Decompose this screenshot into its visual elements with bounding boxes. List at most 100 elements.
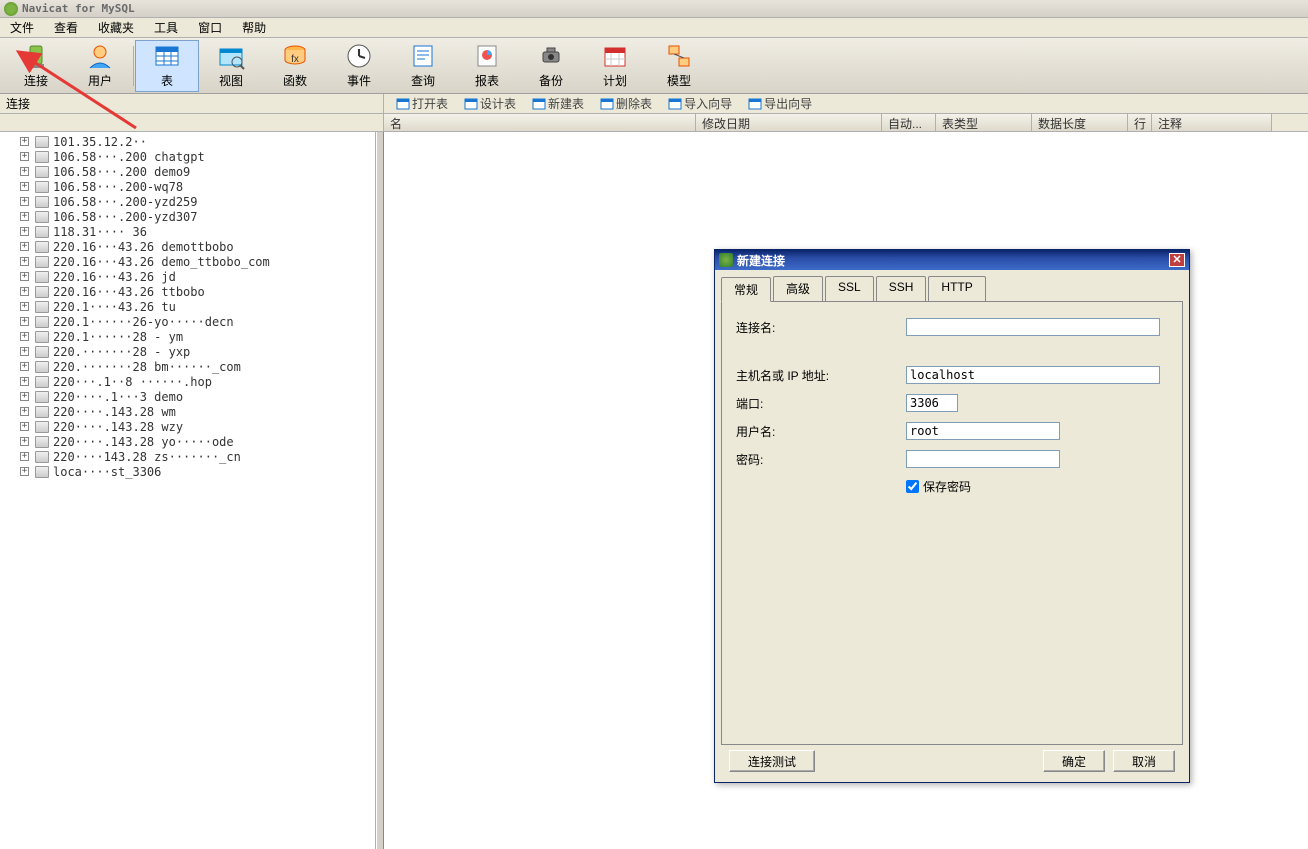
port-input[interactable] bbox=[906, 394, 958, 412]
column-header[interactable]: 名 bbox=[384, 114, 696, 131]
connection-item[interactable]: +220···.1··8 ······.hop bbox=[0, 374, 375, 389]
expand-icon[interactable]: + bbox=[20, 272, 29, 281]
column-header[interactable]: 数据长度 bbox=[1032, 114, 1128, 131]
user-input[interactable] bbox=[906, 422, 1060, 440]
toolbar-function-button[interactable]: fx函数 bbox=[263, 40, 327, 92]
action-新建表[interactable]: 新建表 bbox=[528, 94, 588, 113]
connection-item[interactable]: +220.·······28 - yxp bbox=[0, 344, 375, 359]
connection-item[interactable]: +220····143.28 zs·······_cn bbox=[0, 449, 375, 464]
column-header[interactable]: 表类型 bbox=[936, 114, 1032, 131]
connection-item[interactable]: +220····.143.28 wm bbox=[0, 404, 375, 419]
menu-窗口[interactable]: 窗口 bbox=[188, 17, 232, 38]
action-导出向导[interactable]: 导出向导 bbox=[744, 94, 816, 113]
menu-文件[interactable]: 文件 bbox=[0, 17, 44, 38]
expand-icon[interactable]: + bbox=[20, 452, 29, 461]
expand-icon[interactable]: + bbox=[20, 242, 29, 251]
expand-icon[interactable]: + bbox=[20, 212, 29, 221]
connection-item[interactable]: +220.1······28 - ym bbox=[0, 329, 375, 344]
tab-常规[interactable]: 常规 bbox=[721, 277, 771, 302]
expand-icon[interactable]: + bbox=[20, 227, 29, 236]
expand-icon[interactable]: + bbox=[20, 137, 29, 146]
splitter[interactable] bbox=[376, 132, 384, 849]
action-导入向导[interactable]: 导入向导 bbox=[664, 94, 736, 113]
column-header[interactable]: 注释 bbox=[1152, 114, 1272, 131]
expand-icon[interactable]: + bbox=[20, 167, 29, 176]
close-icon[interactable]: ✕ bbox=[1169, 253, 1185, 267]
toolbar-user-button[interactable]: 用户 bbox=[68, 40, 132, 92]
connection-item[interactable]: +220····.1···3 demo bbox=[0, 389, 375, 404]
expand-icon[interactable]: + bbox=[20, 332, 29, 341]
connection-item[interactable]: +220····.143.28 wzy bbox=[0, 419, 375, 434]
connection-item[interactable]: +220····.143.28 yo·····ode bbox=[0, 434, 375, 449]
expand-icon[interactable]: + bbox=[20, 392, 29, 401]
connection-item[interactable]: +106.58···.200-wq78 bbox=[0, 179, 375, 194]
connection-item[interactable]: +220.16···43.26 demo_ttbobo_com bbox=[0, 254, 375, 269]
connection-item[interactable]: +220.16···43.26 demottbobo bbox=[0, 239, 375, 254]
connection-item[interactable]: +220.1····43.26 tu bbox=[0, 299, 375, 314]
expand-icon[interactable]: + bbox=[20, 257, 29, 266]
connection-item[interactable]: +220.1······26-yo·····decn bbox=[0, 314, 375, 329]
tab-SSL[interactable]: SSL bbox=[825, 276, 874, 301]
toolbar-table-button[interactable]: 表 bbox=[135, 40, 199, 92]
expand-icon[interactable]: + bbox=[20, 152, 29, 161]
toolbar-backup-button[interactable]: 备份 bbox=[519, 40, 583, 92]
expand-icon[interactable]: + bbox=[20, 197, 29, 206]
table-mini-icon bbox=[748, 97, 762, 111]
expand-icon[interactable]: + bbox=[20, 287, 29, 296]
ok-button[interactable]: 确定 bbox=[1043, 750, 1105, 772]
pass-input[interactable] bbox=[906, 450, 1060, 468]
connection-item[interactable]: +220.16···43.26 ttbobo bbox=[0, 284, 375, 299]
db-icon bbox=[35, 406, 49, 418]
expand-icon[interactable]: + bbox=[20, 317, 29, 326]
tab-HTTP[interactable]: HTTP bbox=[928, 276, 985, 301]
expand-icon[interactable]: + bbox=[20, 437, 29, 446]
tab-SSH[interactable]: SSH bbox=[876, 276, 927, 301]
save-pass-checkbox[interactable] bbox=[906, 480, 919, 493]
column-header[interactable]: 行 bbox=[1128, 114, 1152, 131]
cancel-button[interactable]: 取消 bbox=[1113, 750, 1175, 772]
expand-icon[interactable]: + bbox=[20, 302, 29, 311]
connection-item[interactable]: +106.58···.200-yzd259 bbox=[0, 194, 375, 209]
connection-item[interactable]: +106.58···.200 demo9 bbox=[0, 164, 375, 179]
action-打开表[interactable]: 打开表 bbox=[392, 94, 452, 113]
connection-item[interactable]: +loca····st_3306 bbox=[0, 464, 375, 479]
toolbar-model-button[interactable]: 模型 bbox=[647, 40, 711, 92]
connection-label: 220.1······28 - ym bbox=[53, 330, 183, 344]
expand-icon[interactable]: + bbox=[20, 182, 29, 191]
connection-label: 220···.1··8 ······.hop bbox=[53, 375, 212, 389]
connection-item[interactable]: +106.58···.200-yzd307 bbox=[0, 209, 375, 224]
column-header[interactable]: 修改日期 bbox=[696, 114, 882, 131]
expand-icon[interactable]: + bbox=[20, 362, 29, 371]
toolbar-query-button[interactable]: 查询 bbox=[391, 40, 455, 92]
expand-icon[interactable]: + bbox=[20, 467, 29, 476]
dialog-titlebar[interactable]: 新建连接 ✕ bbox=[715, 250, 1189, 270]
pass-label: 密码: bbox=[736, 451, 906, 468]
connection-item[interactable]: +106.58···.200 chatgpt bbox=[0, 149, 375, 164]
connection-item[interactable]: +220.16···43.26 jd bbox=[0, 269, 375, 284]
connection-item[interactable]: +118.31···· 36 bbox=[0, 224, 375, 239]
toolbar-event-button[interactable]: 事件 bbox=[327, 40, 391, 92]
toolbar-connect-button[interactable]: 连接 bbox=[4, 40, 68, 92]
toolbar-view-button[interactable]: 视图 bbox=[199, 40, 263, 92]
action-删除表[interactable]: 删除表 bbox=[596, 94, 656, 113]
expand-icon[interactable]: + bbox=[20, 407, 29, 416]
tab-高级[interactable]: 高级 bbox=[773, 276, 823, 301]
toolbar-report-button[interactable]: 报表 bbox=[455, 40, 519, 92]
host-input[interactable] bbox=[906, 366, 1160, 384]
column-header[interactable]: 自动... bbox=[882, 114, 936, 131]
menu-查看[interactable]: 查看 bbox=[44, 17, 88, 38]
connection-item[interactable]: +220.·······28 bm······_com bbox=[0, 359, 375, 374]
test-connection-button[interactable]: 连接测试 bbox=[729, 750, 815, 772]
toolbar: 连接用户表视图fx函数事件查询报表备份计划模型 bbox=[0, 38, 1308, 94]
action-设计表[interactable]: 设计表 bbox=[460, 94, 520, 113]
connection-item[interactable]: +101.35.12.2·· bbox=[0, 134, 375, 149]
expand-icon[interactable]: + bbox=[20, 347, 29, 356]
expand-icon[interactable]: + bbox=[20, 377, 29, 386]
menu-收藏夹[interactable]: 收藏夹 bbox=[88, 17, 144, 38]
menu-工具[interactable]: 工具 bbox=[144, 17, 188, 38]
conn-name-input[interactable] bbox=[906, 318, 1160, 336]
connection-tree[interactable]: +101.35.12.2··+106.58···.200 chatgpt+106… bbox=[0, 132, 376, 849]
menu-帮助[interactable]: 帮助 bbox=[232, 17, 276, 38]
expand-icon[interactable]: + bbox=[20, 422, 29, 431]
toolbar-schedule-button[interactable]: 计划 bbox=[583, 40, 647, 92]
